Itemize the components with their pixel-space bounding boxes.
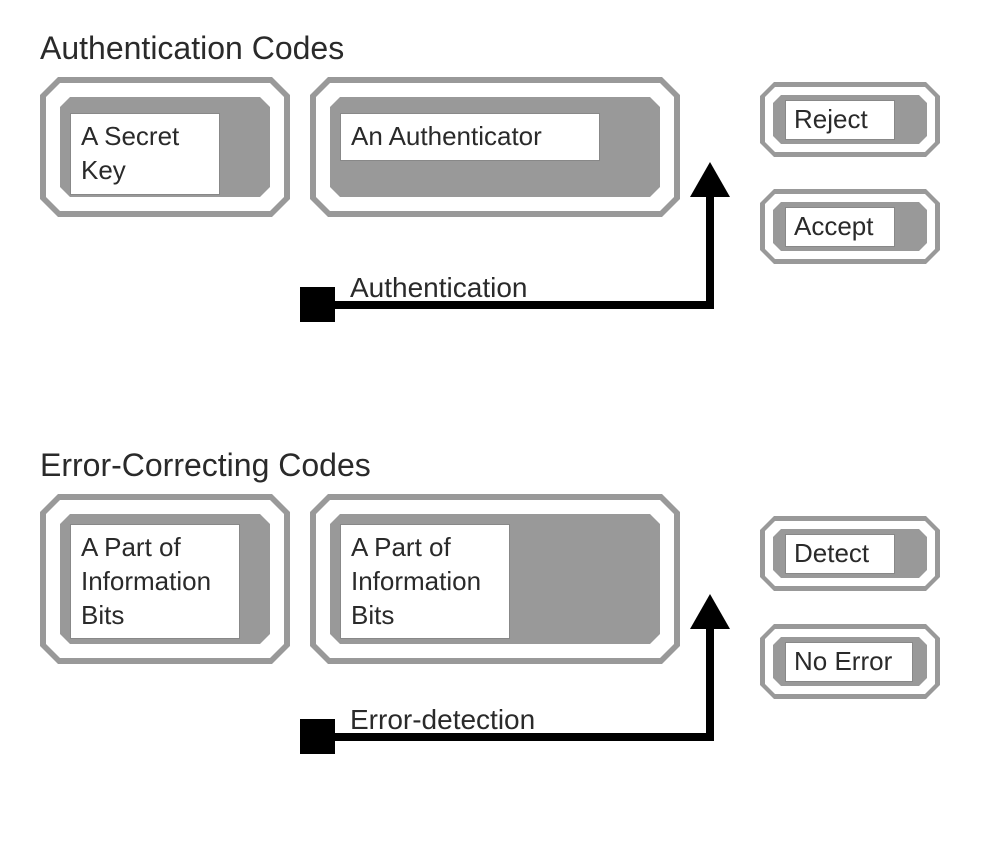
auth-arrow-label: Authentication bbox=[350, 272, 527, 304]
auth-row: A Secret Key An Authenticator Reject Acc… bbox=[40, 77, 945, 387]
secret-key-label: A Secret Key bbox=[70, 113, 220, 195]
reject-box: Reject bbox=[760, 82, 940, 157]
ecc-arrow-label: Error-detection bbox=[350, 704, 535, 736]
secret-key-box: A Secret Key bbox=[40, 77, 290, 217]
noerror-box: No Error bbox=[760, 624, 940, 699]
reject-label: Reject bbox=[785, 100, 895, 140]
noerror-label: No Error bbox=[785, 642, 913, 682]
detect-label: Detect bbox=[785, 534, 895, 574]
info-bits-left-box: A Part of Information Bits bbox=[40, 494, 290, 664]
info-bits-left-label: A Part of Information Bits bbox=[70, 524, 240, 639]
accept-label: Accept bbox=[785, 207, 895, 247]
ecc-section: Error-Correcting Codes A Part of Informa… bbox=[40, 447, 945, 804]
section-title-auth: Authentication Codes bbox=[40, 30, 945, 67]
accept-box: Accept bbox=[760, 189, 940, 264]
detect-box: Detect bbox=[760, 516, 940, 591]
ecc-row: A Part of Information Bits A Part of Inf… bbox=[40, 494, 945, 804]
auth-codes-section: Authentication Codes A Secret Key An Aut… bbox=[40, 30, 945, 387]
section-title-ecc: Error-Correcting Codes bbox=[40, 447, 945, 484]
authenticator-label: An Authenticator bbox=[340, 113, 600, 161]
